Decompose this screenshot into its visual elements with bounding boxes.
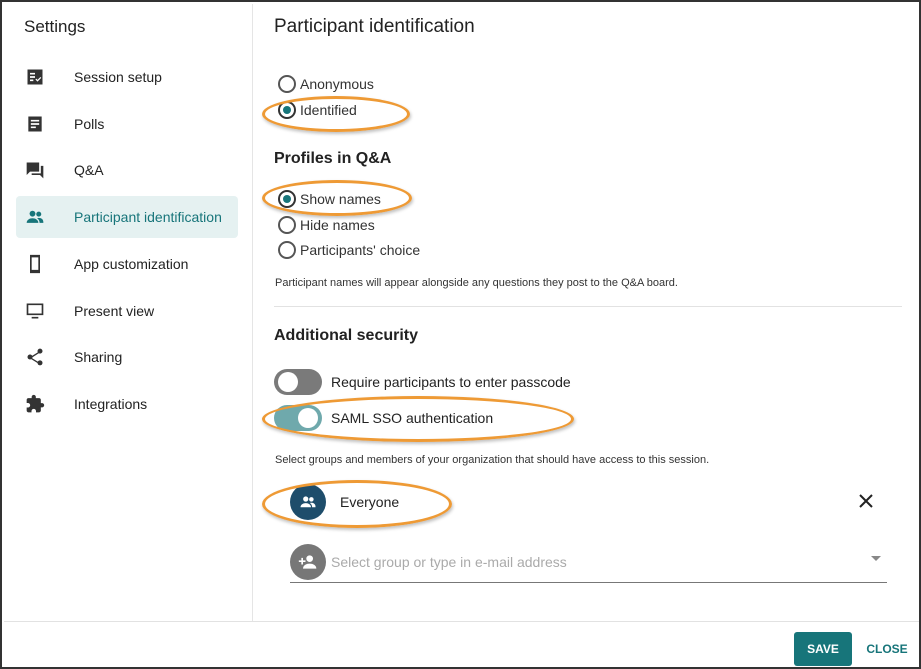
toggle-knob [278,372,298,392]
puzzle-icon [24,393,46,415]
section-title-security: Additional security [274,327,419,344]
radio-identified[interactable]: Identified [278,101,357,119]
save-button[interactable]: SAVE [794,632,852,666]
sidebar-item-label: Participant identification [74,209,222,225]
radio-circle [278,75,296,93]
radio-circle [278,190,296,208]
passcode-toggle[interactable] [274,369,322,395]
security-hint: Select groups and members of your organi… [275,454,710,466]
member-chip: Everyone [290,484,399,520]
settings-content: Participant identification Anonymous Ide… [254,4,919,621]
radio-label: Identified [300,102,357,118]
sidebar-item-app-customization[interactable]: App customization [16,243,238,285]
passcode-label: Require participants to enter passcode [331,374,571,390]
sidebar-title: Settings [24,17,86,36]
radio-label: Participants' choice [300,242,421,258]
select-placeholder: Select group or type in e-mail address [331,553,567,570]
remove-member-close-icon[interactable] [856,491,876,511]
sidebar-item-label: Session setup [74,69,162,85]
settings-sidebar: Settings Session setup Polls Q&A Partici… [4,4,253,621]
radio-label: Hide names [300,217,375,233]
sidebar-item-qa[interactable]: Q&A [16,149,238,191]
dialog-footer: SAVE CLOSE [4,621,919,669]
people-icon [24,206,46,228]
radio-circle [278,216,296,234]
group-select-input[interactable]: Select group or type in e-mail address [290,541,887,583]
settings-dialog: Settings Session setup Polls Q&A Partici… [0,0,921,669]
sidebar-item-polls[interactable]: Polls [16,103,238,145]
sidebar-item-label: Integrations [74,396,148,412]
page-title: Participant identification [274,16,475,37]
poll-icon [24,113,46,135]
sidebar-item-label: Sharing [74,349,123,365]
sidebar-item-integrations[interactable]: Integrations [16,383,238,425]
sidebar-item-label: App customization [74,256,189,272]
sidebar-item-label: Q&A [74,162,104,178]
group-avatar-icon [290,484,326,520]
member-name: Everyone [340,494,400,510]
qa-icon [24,159,46,181]
toggle-knob [298,408,318,428]
sso-toggle-row[interactable]: SAML SSO authentication [274,405,493,431]
sidebar-item-sharing[interactable]: Sharing [16,336,238,378]
radio-label: Anonymous [300,76,374,92]
radio-anonymous[interactable]: Anonymous [278,75,374,93]
sidebar-item-present-view[interactable]: Present view [16,290,238,332]
monitor-icon [24,300,46,322]
checklist-icon [24,66,46,88]
dropdown-caret-icon [871,556,881,561]
section-divider [274,306,902,307]
sidebar-item-label: Polls [74,116,105,132]
sidebar-item-participant-identification[interactable]: Participant identification [16,196,238,238]
radio-hide-names[interactable]: Hide names [278,216,375,234]
radio-circle [278,101,296,119]
radio-label: Show names [300,191,381,207]
profiles-hint: Participant names will appear alongside … [275,277,678,289]
radio-show-names[interactable]: Show names [278,190,381,208]
section-title-profiles: Profiles in Q&A [274,150,392,167]
add-person-icon [290,543,326,580]
radio-circle [278,241,296,259]
sso-toggle[interactable] [274,405,322,431]
sso-label: SAML SSO authentication [331,410,494,426]
close-button[interactable]: CLOSE [862,632,912,666]
sidebar-item-session-setup[interactable]: Session setup [16,56,238,98]
passcode-toggle-row[interactable]: Require participants to enter passcode [274,369,571,395]
radio-participants-choice[interactable]: Participants' choice [278,241,420,259]
share-icon [24,346,46,368]
sidebar-item-label: Present view [74,303,155,319]
phone-icon [24,253,46,275]
